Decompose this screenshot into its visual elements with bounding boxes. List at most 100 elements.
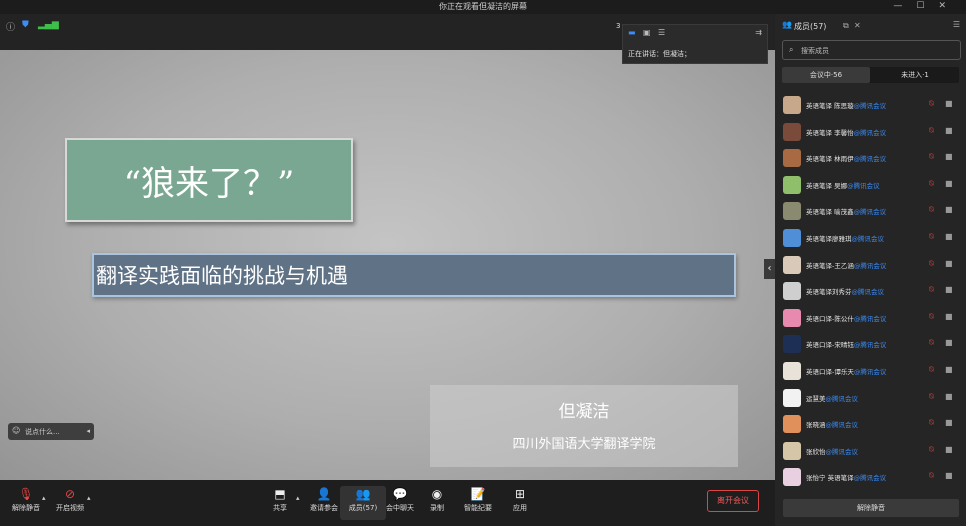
search-placeholder: 搜索成员	[801, 47, 829, 55]
tab-in-meeting[interactable]: 会议中·56	[782, 67, 870, 83]
avatar	[783, 282, 801, 301]
comment-input[interactable]: ☺ 说点什么... ◂	[8, 423, 94, 440]
list-item[interactable]: 英语口译-谭乐天@腾讯会议 ⍉ ■	[775, 359, 966, 383]
video-options-icon[interactable]: ▴	[87, 494, 91, 502]
mic-muted-icon[interactable]: ⍉	[929, 445, 934, 455]
camera-off-icon[interactable]: ■	[945, 152, 953, 161]
presenter-card: 但凝洁 四川外国语大学翻译学院	[430, 385, 738, 467]
camera-off-icon[interactable]: ■	[945, 445, 953, 454]
slide-title: “狼来了？”	[65, 138, 353, 222]
list-item[interactable]: 英语笔译-王乙涵@腾讯会议 ⍉ ■	[775, 253, 966, 277]
mic-muted-icon[interactable]: ⍉	[929, 152, 934, 162]
gallery-view-icon[interactable]: ▣	[643, 28, 651, 37]
list-item[interactable]: 张怡宁 英语笔译@腾讯会议 ⍉ ■	[775, 465, 966, 489]
avatar	[783, 122, 801, 141]
member-name: 运慧美@腾讯会议	[806, 394, 858, 403]
member-name: 英语口译-宋晴钰@腾讯会议	[806, 341, 887, 350]
mic-muted-icon[interactable]: ⍉	[929, 392, 934, 402]
info-icon[interactable]: ⓘ	[6, 20, 15, 33]
camera-off-icon[interactable]: ■	[945, 338, 953, 347]
mic-muted-icon[interactable]: ⍉	[929, 365, 934, 375]
window-controls: —☐✕	[893, 1, 960, 11]
unmute-options-icon[interactable]: ▴	[42, 494, 46, 502]
maximize-icon[interactable]: ☐	[916, 1, 938, 11]
list-item[interactable]: 英语笔译廖雅琪@腾讯会议 ⍉ ■	[775, 226, 966, 250]
list-item[interactable]: 英语口译-陈公什@腾讯会议 ⍉ ■	[775, 306, 966, 330]
camera-off-icon[interactable]: ■	[945, 365, 953, 374]
mic-muted-icon[interactable]: ⍉	[929, 205, 934, 215]
camera-off-icon[interactable]: ■	[945, 205, 953, 214]
mic-muted-icon[interactable]: ⍉	[929, 99, 934, 109]
list-item[interactable]: 运慧美@腾讯会议 ⍉ ■	[775, 386, 966, 410]
avatar	[783, 415, 801, 434]
camera-off-icon[interactable]: ■	[945, 471, 953, 480]
chevron-left-icon: ‹	[767, 263, 772, 274]
collapse-list-icon[interactable]: ⇉	[755, 28, 762, 37]
list-item[interactable]: 张欣怡@腾讯会议 ⍉ ■	[775, 439, 966, 463]
camera-off-icon[interactable]: ■	[945, 312, 953, 321]
list-view-icon[interactable]: ☰	[658, 28, 665, 37]
send-icon[interactable]: ◂	[86, 427, 90, 435]
member-tabs: 会议中·56 未进入·1	[782, 67, 959, 83]
minimize-icon[interactable]: —	[893, 1, 916, 11]
camera-off-icon[interactable]: ■	[945, 179, 953, 188]
camera-off-icon[interactable]: ■	[945, 99, 953, 108]
record-button[interactable]: ◉ 录制	[414, 486, 460, 513]
member-name: 张怡宁 英语笔译@腾讯会议	[806, 474, 887, 483]
list-item[interactable]: 张晓涵@腾讯会议 ⍉ ■	[775, 412, 966, 436]
comment-placeholder: 说点什么...	[25, 428, 60, 436]
apps-button[interactable]: ⊞ 应用	[497, 486, 543, 513]
mic-muted-icon[interactable]: ⍉	[929, 126, 934, 136]
camera-off-icon[interactable]: ■	[945, 259, 953, 268]
unmute-all-button[interactable]: 解除静音	[783, 499, 959, 517]
mic-muted-icon[interactable]: ⍉	[929, 259, 934, 269]
mic-muted-icon[interactable]: ⍉	[929, 471, 934, 481]
member-name: 英语口译-谭乐天@腾讯会议	[806, 368, 887, 376]
list-item[interactable]: 英语笔译 陈思璇@腾讯会议 ⍉ ■	[775, 93, 966, 117]
member-name: 英语笔译廖雅琪@腾讯会议	[806, 235, 884, 243]
slide-subtitle: 翻译实践面临的挑战与机遇	[92, 253, 736, 297]
avatar	[783, 441, 801, 460]
camera-off-icon[interactable]: ■	[945, 392, 953, 401]
speaker-view-icon[interactable]: ▬	[628, 28, 636, 37]
list-item[interactable]: 英语笔译刘秀芬@腾讯会议 ⍉ ■	[775, 279, 966, 303]
member-name: 英语笔译-王乙涵@腾讯会议	[806, 261, 887, 270]
list-item[interactable]: 英语口译-宋晴钰@腾讯会议 ⍉ ■	[775, 332, 966, 356]
signal-icon[interactable]: ▂▄▆	[38, 20, 59, 30]
avatar	[783, 255, 801, 274]
list-item[interactable]: 英语笔译 林雨伊@腾讯会议 ⍉ ■	[775, 146, 966, 170]
mic-muted-icon[interactable]: ⍉	[929, 338, 934, 348]
popout-icon[interactable]: ⧉	[843, 21, 849, 31]
notes-icon: 📝	[470, 487, 486, 501]
camera-off-icon[interactable]: ■	[945, 232, 953, 241]
panel-menu-icon[interactable]: ☰	[953, 20, 960, 29]
emoji-icon[interactable]: ☺	[12, 426, 20, 435]
list-item[interactable]: 英语笔译 李馨怡@腾讯会议 ⍉ ■	[775, 120, 966, 144]
member-search-input[interactable]: ⌕ 搜索成员	[782, 40, 961, 60]
members-header-icon: 👥	[782, 20, 792, 29]
mic-muted-icon[interactable]: ⍉	[929, 418, 934, 428]
speaker-overlay: ▬ ▣ ☰ ⇉ 正在讲话：但凝洁；	[622, 24, 768, 64]
close-panel-icon[interactable]: ✕	[854, 21, 861, 30]
shield-icon[interactable]: ⛊	[22, 20, 29, 30]
mic-muted-icon[interactable]: ⍉	[929, 312, 934, 322]
panel-collapse-button[interactable]: ‹	[764, 259, 775, 279]
tab-not-joined[interactable]: 未进入·1	[871, 67, 959, 83]
camera-off-icon[interactable]: ■	[945, 126, 953, 135]
mic-muted-icon[interactable]: ⍉	[929, 285, 934, 295]
camera-off-icon[interactable]: ■	[945, 285, 953, 294]
mic-muted-icon[interactable]: ⍉	[929, 179, 934, 189]
avatar	[783, 229, 801, 247]
close-window-icon[interactable]: ✕	[938, 1, 960, 11]
share-options-icon[interactable]: ▴	[296, 494, 300, 502]
member-name: 英语口译-陈公什@腾讯会议	[806, 314, 887, 323]
list-item[interactable]: 英语笔译 喻茂鑫@腾讯会议 ⍉ ■	[775, 199, 966, 223]
camera-off-icon[interactable]: ■	[945, 418, 953, 427]
member-name: 张晓涵@腾讯会议	[806, 421, 858, 430]
page-indicator: 3	[616, 22, 621, 30]
mic-muted-icon[interactable]: ⍉	[929, 232, 934, 242]
meeting-toolbar: 🎙 解除静音 ▴ ⊘ 开启视频 ▴ ⬒ 共享 ▴ 👤 邀请参会 👥 成员(57)…	[0, 480, 775, 526]
leave-meeting-button[interactable]: 离开会议	[707, 490, 759, 512]
list-item[interactable]: 英语笔译 吴娜@腾讯会议 ⍉ ■	[775, 173, 966, 197]
minutes-button[interactable]: 📝 智能纪要	[455, 486, 501, 513]
